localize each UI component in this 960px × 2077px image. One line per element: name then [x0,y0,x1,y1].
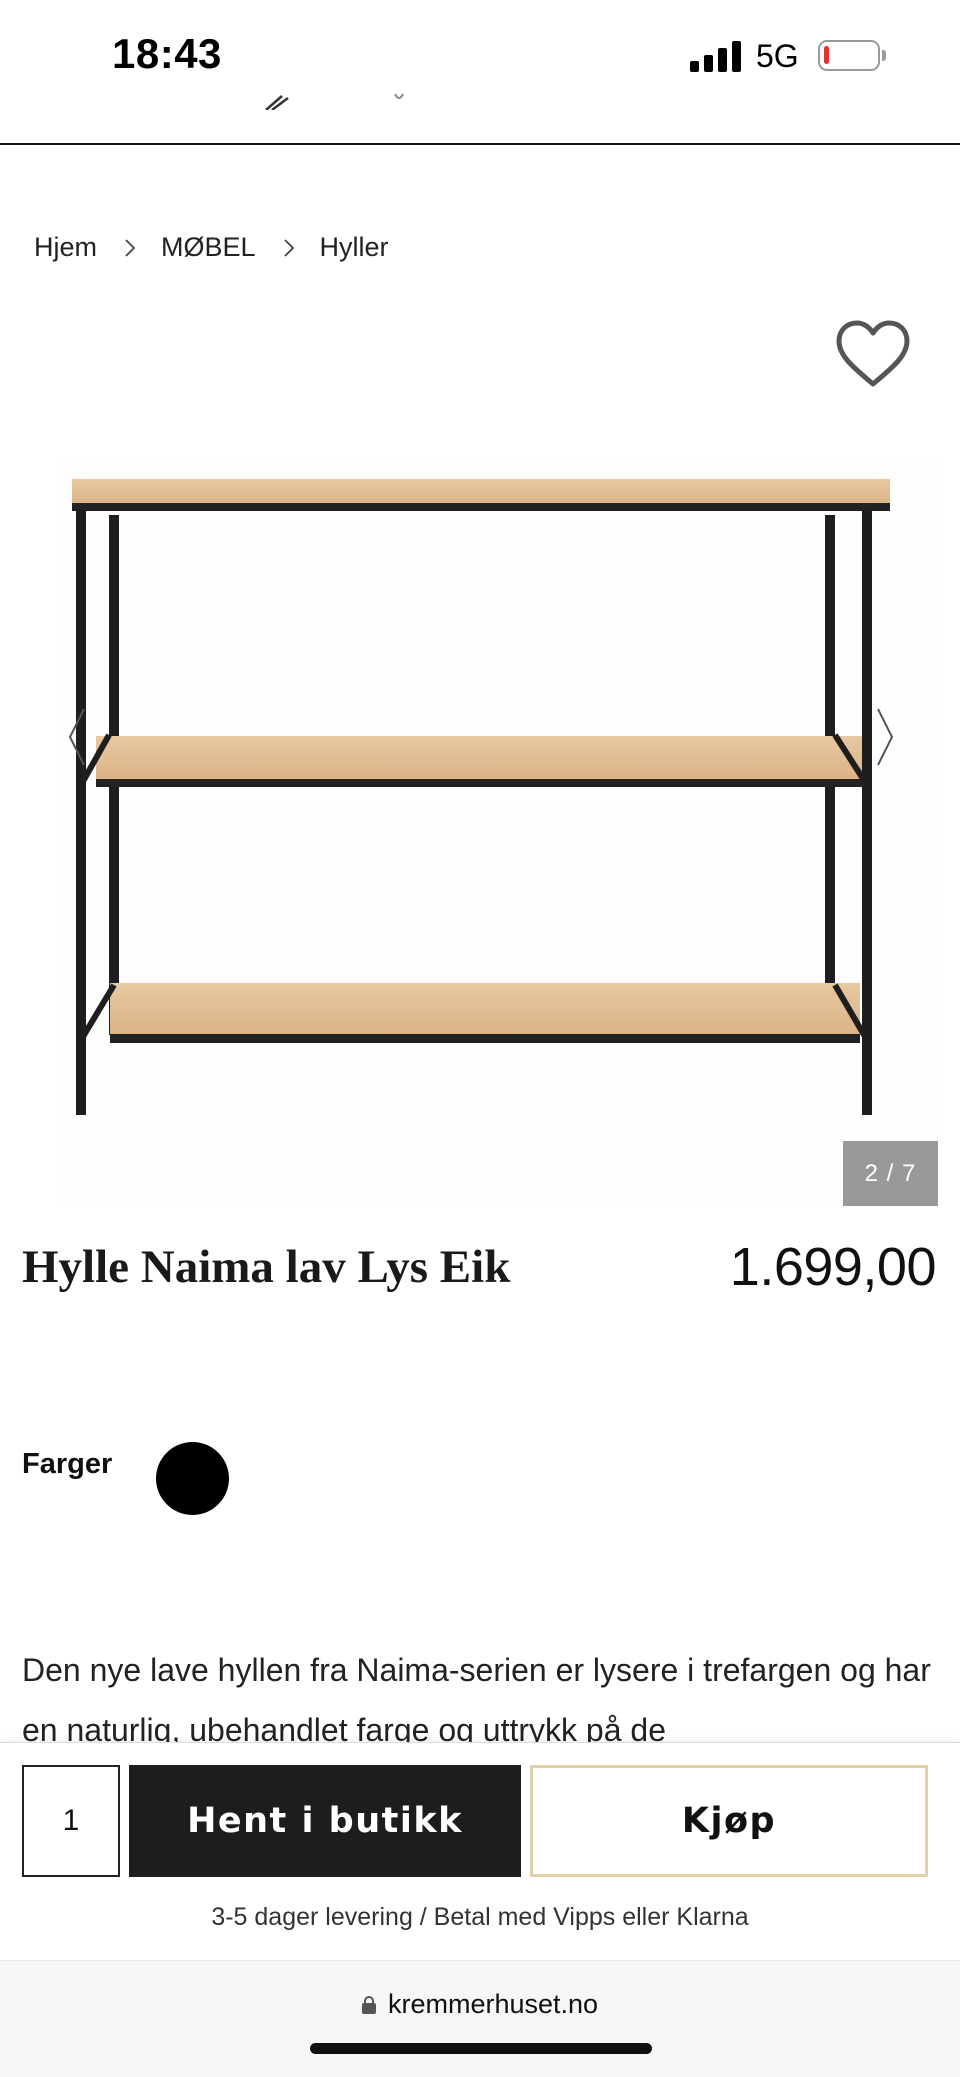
product-price: 1.699,00 [729,1237,937,1297]
url-text: kremmerhuset.no [387,1989,599,2019]
gallery-counter: 2 / 7 [843,1141,938,1206]
status-time: 18:43 [112,30,222,77]
header-text-fragment [392,90,406,110]
buy-bar: 1 Hent i butikk Kjøp 3-5 dager levering … [0,1742,960,1960]
quantity-input[interactable]: 1 [22,1765,120,1877]
chevron-right-icon [125,238,136,257]
status-bar: 18:43 5G [0,0,960,100]
gallery-next-icon[interactable] [874,705,896,769]
lock-icon [361,1996,376,2014]
buy-button[interactable]: Kjøp [530,1765,928,1877]
signal-icon [690,38,742,72]
breadcrumb: Hjem MØBEL Hyller [34,232,389,263]
site-header [0,90,960,145]
colors-label: Farger [22,1448,113,1480]
battery-cap [882,50,886,61]
breadcrumb-mobel[interactable]: MØBEL [161,232,256,263]
url-display[interactable]: kremmerhuset.no [0,1989,960,2020]
gallery-prev-icon[interactable] [66,705,88,769]
breadcrumb-hyller[interactable]: Hyller [320,232,389,263]
browser-url-bar[interactable]: kremmerhuset.no [0,1960,960,2077]
pickup-in-store-button[interactable]: Hent i butikk [129,1765,521,1877]
color-swatch-black[interactable] [156,1442,229,1515]
product-image [62,455,938,1205]
battery-icon [818,40,880,71]
product-description: Den nye lave hyllen fra Naima-serien er … [22,1652,931,1748]
home-indicator[interactable] [310,2043,652,2054]
product-title: Hylle Naima lav Lys Eik [22,1241,511,1293]
delivery-note: 3-5 dager levering / Betal med Vipps ell… [211,1903,749,1931]
heart-icon[interactable] [834,318,912,390]
header-icon-fragment [262,90,298,110]
network-label: 5G [756,38,799,74]
breadcrumb-home[interactable]: Hjem [34,232,97,263]
chevron-right-icon [283,238,294,257]
